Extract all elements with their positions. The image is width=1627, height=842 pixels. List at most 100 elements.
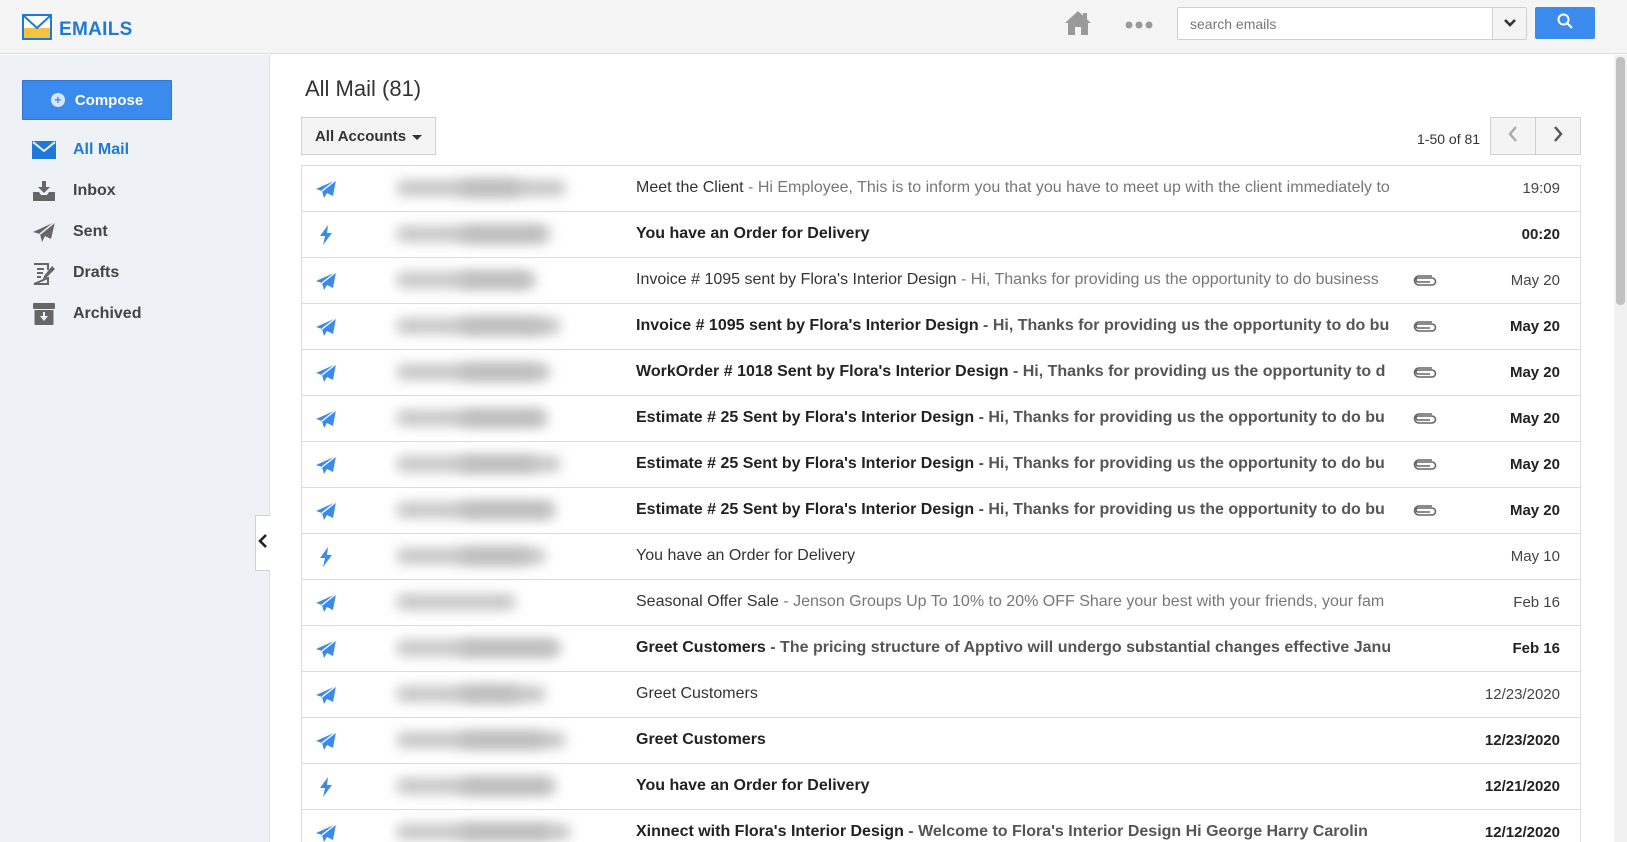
sent-plane-icon [314,270,338,292]
email-subject-line: Invoice # 1095 sent by Flora's Interior … [636,271,1401,293]
email-row[interactable]: Greet Customers 12/23/2020 [302,718,1580,764]
sidebar-item-inbox[interactable]: Inbox [0,170,270,211]
sidebar-item-drafts[interactable]: Drafts [0,252,270,293]
search-button[interactable] [1535,7,1595,39]
sent-plane-icon [314,684,338,706]
sidebar-item-label: Sent [73,222,108,240]
more-options-button[interactable] [1122,14,1156,36]
email-date: 12/21/2020 [1484,778,1560,795]
email-row[interactable]: Estimate # 25 Sent by Flora's Interior D… [302,488,1580,534]
email-date: Feb 16 [1513,594,1560,611]
chevron-down-icon [1503,15,1517,33]
next-page-button[interactable] [1535,117,1581,155]
email-snippet: - Hi, Thanks for providing us the opport… [956,271,1379,288]
paperclip-icon [1413,458,1437,472]
email-date: May 20 [1509,456,1560,473]
email-subject: Invoice # 1095 sent by Flora's Interior … [636,317,979,334]
more-dots-icon [1125,16,1153,34]
page-scrollbar[interactable] [1614,55,1627,842]
email-subject-line: You have an Order for Delivery [636,547,1401,569]
email-date: 12/23/2020 [1484,686,1560,703]
email-subject-line: Invoice # 1095 sent by Flora's Interior … [636,317,1401,339]
app-title: EMAILS [59,18,133,40]
email-subject-line: Greet Customers [636,685,1401,707]
sender-redacted [380,166,600,211]
sidebar-item-archived[interactable]: Archived [0,293,270,334]
sender-redacted [380,304,600,349]
email-subject-line: Greet Customers [636,731,1401,753]
email-row[interactable]: Invoice # 1095 sent by Flora's Interior … [302,258,1580,304]
email-date: May 20 [1509,502,1560,519]
email-subject: Meet the Client [636,179,744,196]
email-snippet: - Welcome to Flora's Interior Design Hi … [903,823,1368,840]
email-row[interactable]: Greet Customers - The pricing structure … [302,626,1580,672]
sidebar-item-all-mail[interactable]: All Mail [0,129,270,170]
sidebar-item-sent[interactable]: Sent [0,211,270,252]
compose-button[interactable]: + Compose [22,80,172,120]
account-filter-dropdown[interactable]: All Accounts [301,117,436,155]
sender-redacted [380,626,600,671]
email-row[interactable]: You have an Order for Delivery 00:20 [302,212,1580,258]
email-row[interactable]: Meet the Client - Hi Employee, This is t… [302,166,1580,212]
scrollbar-thumb[interactable] [1616,57,1625,305]
previous-page-button[interactable] [1490,117,1536,155]
email-row[interactable]: Estimate # 25 Sent by Flora's Interior D… [302,442,1580,488]
sidebar-item-label: Inbox [73,181,116,199]
email-row[interactable]: Seasonal Offer Sale - Jenson Groups Up T… [302,580,1580,626]
sent-plane-icon [314,730,338,752]
page-title: All Mail (81) [305,76,422,101]
search-box [1177,7,1527,40]
email-row[interactable]: WorkOrder # 1018 Sent by Flora's Interio… [302,350,1580,396]
sent-plane-icon [314,592,338,614]
email-row[interactable]: You have an Order for Delivery May 10 [302,534,1580,580]
home-button[interactable] [1062,10,1094,40]
email-snippet: - Jenson Groups Up To 10% to 20% OFF Sha… [778,593,1385,610]
sent-plane-icon [314,408,338,430]
email-subject-line: Greet Customers - The pricing structure … [636,639,1401,661]
top-bar: EMAILS [0,0,1627,54]
email-subject: Xinnect with Flora's Interior Design [636,823,904,840]
email-row[interactable]: Invoice # 1095 sent by Flora's Interior … [302,304,1580,350]
email-row[interactable]: Xinnect with Flora's Interior Design - W… [302,810,1580,842]
paperclip-icon [1413,504,1437,518]
paperclip-icon [1413,412,1437,426]
email-row[interactable]: Greet Customers 12/23/2020 [302,672,1580,718]
lightning-icon [314,224,338,246]
send-icon [32,220,56,243]
email-snippet: - Hi Employee, This is to inform you tha… [743,179,1390,196]
sidebar-item-label: Archived [73,304,142,322]
paperclip-icon [1413,320,1437,334]
email-snippet: - Hi, Thanks for providing us the opport… [974,409,1385,426]
envelope-icon [22,14,52,45]
email-subject: Greet Customers [636,639,766,656]
email-date: May 20 [1510,272,1560,289]
email-subject: Greet Customers [636,731,766,748]
sent-plane-icon [314,500,338,522]
email-subject: You have an Order for Delivery [636,547,856,564]
email-row[interactable]: You have an Order for Delivery 12/21/2020 [302,764,1580,810]
sender-redacted [380,350,600,395]
sender-redacted [380,580,600,625]
sidebar-item-label: All Mail [73,140,130,158]
email-row[interactable]: Estimate # 25 Sent by Flora's Interior D… [302,396,1580,442]
email-subject: Greet Customers [636,685,758,702]
email-snippet: - Hi, Thanks for providing us the opport… [974,501,1385,518]
sidebar-collapse-toggle[interactable] [255,515,270,571]
email-subject-line: Xinnect with Flora's Interior Design - W… [636,823,1401,842]
email-subject: Estimate # 25 Sent by Flora's Interior D… [636,501,975,518]
sidebar-item-label: Drafts [73,263,120,281]
email-subject: WorkOrder # 1018 Sent by Flora's Interio… [636,363,1009,380]
search-input[interactable] [1178,8,1493,39]
search-options-dropdown[interactable] [1492,8,1526,39]
sender-redacted [380,672,600,717]
sent-plane-icon [314,822,338,842]
email-date: May 20 [1509,364,1560,381]
app-brand[interactable]: EMAILS [22,14,133,45]
email-subject: You have an Order for Delivery [636,225,870,242]
sender-redacted [380,258,600,303]
email-list: Meet the Client - Hi Employee, This is t… [301,165,1581,842]
plus-icon: + [50,93,65,107]
folder-nav: All Mail Inbox Sent Drafts Archived [0,129,270,334]
sent-plane-icon [314,638,338,660]
search-icon [1557,13,1573,34]
